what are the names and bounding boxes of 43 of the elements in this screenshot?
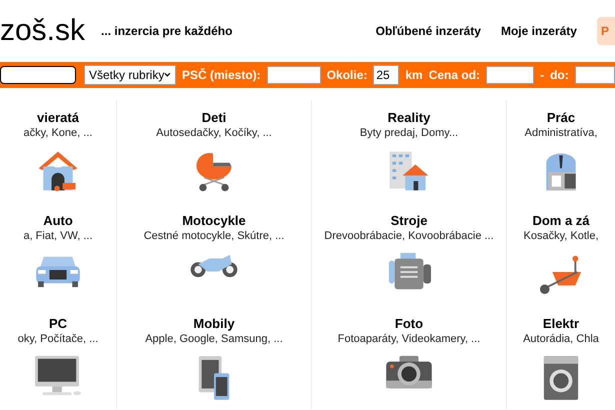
category-subtitle: ačky, Kone, ...	[24, 126, 92, 140]
price-from-field[interactable]	[486, 66, 534, 84]
nav-link[interactable]: Moje inzeráty	[500, 22, 577, 40]
category-title[interactable]: Foto	[394, 316, 424, 332]
category-subtitle: Cestné motocykle, Skútre, ...	[144, 229, 284, 243]
category-title[interactable]: Dom a zá	[532, 213, 590, 229]
category-select[interactable]: Všetky rubriky	[84, 65, 176, 85]
radius-field[interactable]: 25	[373, 65, 400, 85]
category-subtitle: Fotoaparáty, Videokamery, ...	[338, 332, 480, 346]
category-title[interactable]: Prác	[546, 110, 576, 126]
category-title[interactable]: Elektr	[542, 316, 580, 332]
category-title[interactable]: Motocykle	[182, 213, 246, 229]
category-subtitle: oky, Počítače, ...	[18, 332, 98, 346]
nav-link[interactable]: Obľúbené inzeráty	[376, 22, 481, 40]
category-subtitle: Autosedačky, Kočíky, ...	[156, 126, 272, 140]
category-subtitle: Kosačky, Kotle,	[524, 229, 598, 243]
category-subtitle: Administratíva,	[524, 126, 598, 140]
caret-icon	[164, 72, 171, 78]
zip-label: PSČ (miesto):	[182, 67, 261, 84]
price-to-label: do:	[550, 67, 569, 84]
category-title[interactable]: Deti	[202, 110, 226, 126]
category-title[interactable]: Auto	[43, 213, 73, 229]
desktop-computer-icon[interactable]	[33, 354, 83, 398]
price-to-field[interactable]	[574, 66, 615, 84]
category-title[interactable]: vieratá	[37, 110, 79, 126]
radius-label: Okolie:	[326, 67, 368, 84]
price-separator: -	[540, 67, 544, 84]
radius-unit: km	[405, 67, 423, 84]
category-subtitle: Drevoobrábacie, Kovoobrábacie ...	[324, 229, 494, 243]
category-title[interactable]: Stroje	[390, 213, 428, 229]
tagline: ... inzercia pre každého	[101, 23, 232, 40]
search-field[interactable]	[0, 66, 76, 84]
category-title[interactable]: PC	[48, 316, 68, 332]
category-subtitle: Byty predaj, Domy...	[360, 126, 458, 140]
zip-field[interactable]	[266, 66, 321, 84]
price-from-label: Cena od:	[428, 67, 480, 84]
washing-machine-icon[interactable]	[542, 354, 580, 402]
site-logo[interactable]: zoš.sk	[0, 16, 86, 46]
category-title[interactable]: Mobily	[193, 316, 235, 332]
category-subtitle: Autorádia, Chla	[523, 332, 599, 346]
category-subtitle: Apple, Google, Samsung, ...	[145, 332, 283, 346]
category-title[interactable]: Reality	[388, 110, 430, 126]
category-subtitle: a, Fiat, VW, ...	[23, 229, 93, 243]
